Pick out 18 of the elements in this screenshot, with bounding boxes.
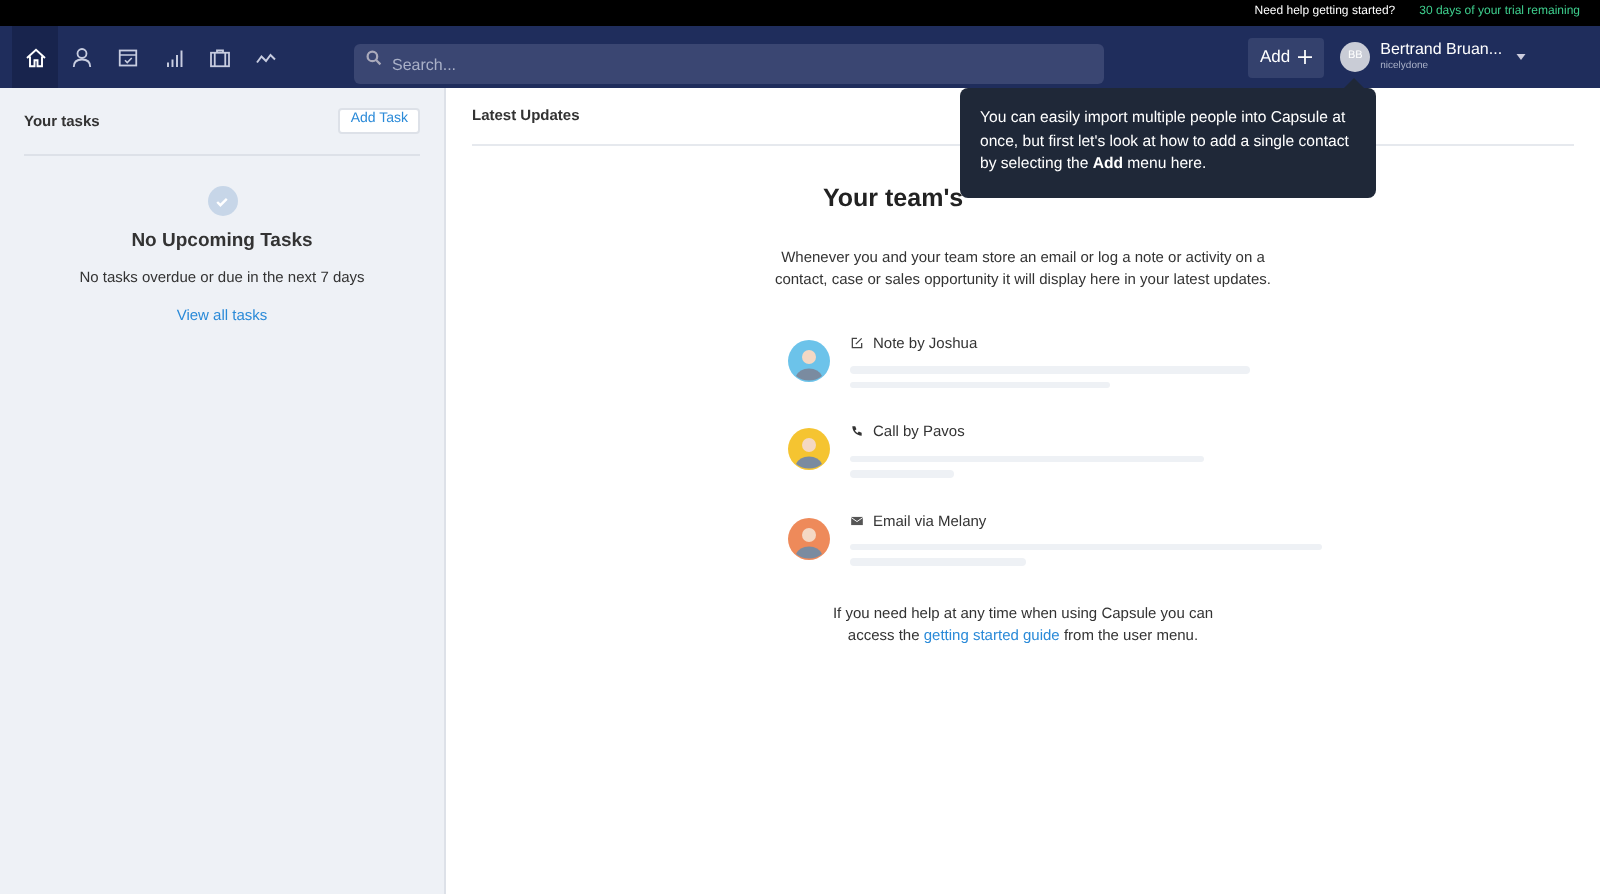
phone-icon <box>849 424 863 439</box>
edit-icon <box>849 336 863 351</box>
search-icon <box>366 49 382 65</box>
home-icon <box>23 45 47 69</box>
check-icon <box>207 186 237 216</box>
bar-chart-icon <box>161 45 185 69</box>
empty-title: No Upcoming Tasks <box>131 228 313 256</box>
user-name: Bertrand Bruan... <box>1380 42 1503 58</box>
person-icon <box>69 45 93 69</box>
briefcase-icon <box>207 45 231 69</box>
section-heading: Your team's <box>823 184 964 212</box>
add-button[interactable]: Add <box>1248 37 1325 77</box>
nav-tab[interactable] <box>12 26 58 88</box>
plus-icon <box>1298 50 1313 64</box>
search-field[interactable]: Search... <box>354 44 1104 84</box>
envelope-icon <box>849 513 863 528</box>
calendar-icon <box>115 45 139 69</box>
caret-icon <box>1516 54 1527 60</box>
